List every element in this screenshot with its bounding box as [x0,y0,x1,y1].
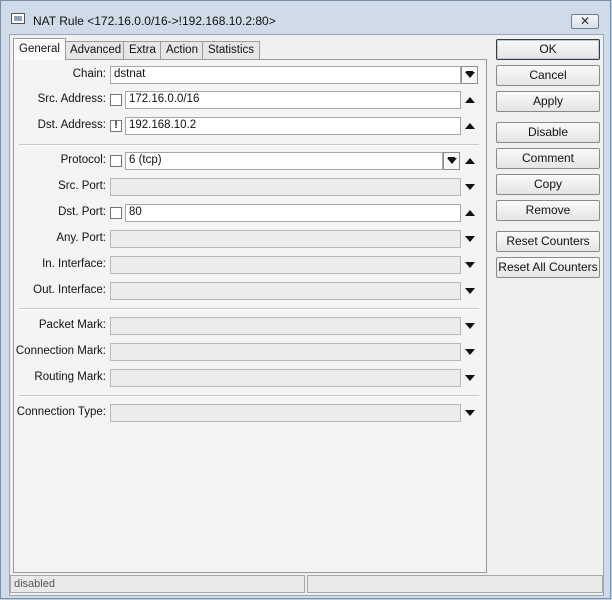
src-address-input[interactable]: 172.16.0.0/16 [125,91,461,109]
apply-button[interactable]: Apply [496,91,600,112]
in-interface-input[interactable] [110,256,461,274]
window-title: NAT Rule <172.16.0.0/16->!192.168.10.2:8… [33,14,276,28]
close-button[interactable]: ✕ [571,14,599,29]
nat-rule-window: NAT Rule <172.16.0.0/16->!192.168.10.2:8… [0,0,611,599]
any-port-label: Any. Port: [56,232,106,244]
tab-advanced[interactable]: Advanced [64,41,128,59]
reset-counters-button[interactable]: Reset Counters [496,231,600,252]
packet-mark-row: Packet Mark: [14,317,486,335]
protocol-label: Protocol: [60,154,106,166]
src-address-label: Src. Address: [37,93,106,105]
dst-address-row: Dst. Address: ! 192.168.10.2 [14,117,486,135]
connection-mark-input[interactable] [110,343,461,361]
separator [19,144,479,146]
dropdown-bar [466,71,473,72]
in-interface-label: In. Interface: [42,258,106,270]
general-tab-panel: Chain: dstnat Src. Address: 172.16.0.0/1… [13,59,487,573]
routing-mark-expand-icon[interactable] [465,375,475,381]
src-port-input[interactable] [110,178,461,196]
dropdown-select-icon [447,158,457,164]
connection-mark-label: Connection Mark: [15,345,106,357]
in-interface-expand-icon[interactable] [465,262,475,268]
out-interface-row: Out. Interface: [14,282,486,300]
connection-mark-row: Connection Mark: [14,343,486,361]
connection-mark-expand-icon[interactable] [465,349,475,355]
dst-port-input[interactable]: 80 [125,204,461,222]
out-interface-expand-icon[interactable] [465,288,475,294]
src-address-row: Src. Address: 172.16.0.0/16 [14,91,486,109]
status-bar-secondary [307,575,603,593]
reset-all-counters-button[interactable]: Reset All Counters [496,257,600,278]
separator [19,308,479,310]
protocol-negate-checkbox[interactable] [110,155,122,167]
protocol-collapse-icon[interactable] [465,158,475,164]
connection-type-expand-icon[interactable] [465,410,475,416]
chain-dropdown-button[interactable] [461,66,478,84]
out-interface-label: Out. Interface: [33,284,106,296]
dst-port-row: Dst. Port: 80 [14,204,486,222]
out-interface-input[interactable] [110,282,461,300]
ok-button[interactable]: OK [496,39,600,60]
tab-general[interactable]: General [13,38,66,60]
dst-address-negate-checkbox[interactable]: ! [110,120,122,132]
dst-port-label: Dst. Port: [58,206,106,218]
routing-mark-label: Routing Mark: [34,371,106,383]
protocol-dropdown-button[interactable] [443,152,460,170]
src-address-negate-checkbox[interactable] [110,94,122,106]
routing-mark-input[interactable] [110,369,461,387]
src-address-collapse-icon[interactable] [465,97,475,103]
in-interface-row: In. Interface: [14,256,486,274]
protocol-row: Protocol: 6 (tcp) [14,152,486,170]
dst-address-collapse-icon[interactable] [465,123,475,129]
tab-statistics[interactable]: Statistics [202,41,261,59]
any-port-expand-icon[interactable] [465,236,475,242]
dialog-body: General Advanced Extra Action Statistics… [9,34,604,596]
copy-button[interactable]: Copy [496,174,600,195]
tab-bar: General Advanced Extra Action Statistics [13,38,493,60]
src-port-label: Src. Port: [58,180,106,192]
separator [19,395,479,397]
dropdown-bar [448,157,455,158]
comment-button[interactable]: Comment [496,148,600,169]
chain-input[interactable]: dstnat [110,66,461,84]
any-port-input[interactable] [110,230,461,248]
dst-port-negate-checkbox[interactable] [110,207,122,219]
connection-type-input[interactable] [110,404,461,422]
connection-type-row: Connection Type: [14,404,486,422]
packet-mark-input[interactable] [110,317,461,335]
packet-mark-label: Packet Mark: [38,319,106,331]
disable-button[interactable]: Disable [496,122,600,143]
protocol-input[interactable]: 6 (tcp) [125,152,443,170]
dropdown-select-icon [465,72,475,78]
tab-action[interactable]: Action [160,41,204,59]
title-bar[interactable]: NAT Rule <172.16.0.0/16->!192.168.10.2:8… [1,1,610,33]
dst-port-collapse-icon[interactable] [465,210,475,216]
dst-address-label: Dst. Address: [37,119,106,131]
src-port-row: Src. Port: [14,178,486,196]
routing-mark-row: Routing Mark: [14,369,486,387]
packet-mark-expand-icon[interactable] [465,323,475,329]
chain-row: Chain: dstnat [14,66,486,84]
connection-type-label: Connection Type: [16,406,106,418]
tab-extra[interactable]: Extra [123,41,162,59]
status-bar-state: disabled [10,575,305,593]
src-port-expand-icon[interactable] [465,184,475,190]
cancel-button[interactable]: Cancel [496,65,600,86]
any-port-row: Any. Port: [14,230,486,248]
chain-label: Chain: [72,68,106,80]
window-icon [11,13,25,24]
remove-button[interactable]: Remove [496,200,600,221]
dst-address-input[interactable]: 192.168.10.2 [125,117,461,135]
